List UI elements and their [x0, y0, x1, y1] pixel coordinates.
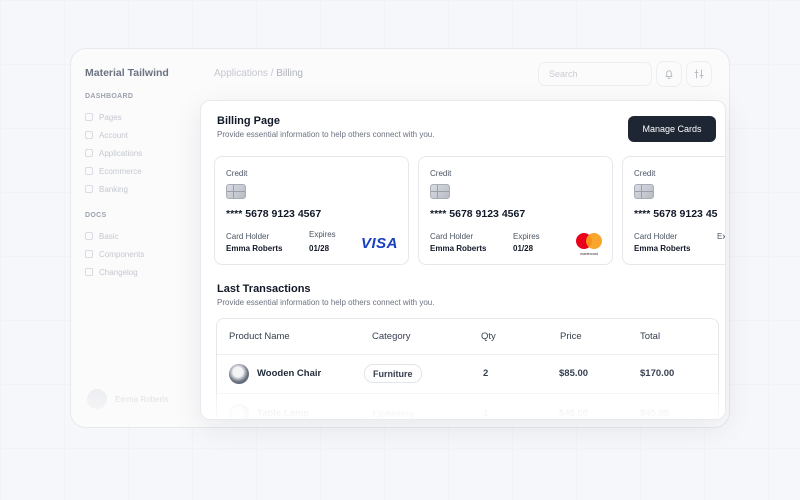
table-row[interactable]: Table Lamp Lightning 1 $45.00 $45.00 [217, 394, 718, 419]
section-subtitle: Provide essential information to help ot… [217, 298, 435, 307]
billing-panel: Billing Page Provide essential informati… [200, 100, 726, 420]
product-thumbnail [229, 364, 249, 384]
column-header-category[interactable]: Category [372, 331, 411, 342]
sidebar-heading: DASHBOARD [85, 93, 134, 100]
sidebar-item-applications[interactable]: Applications [85, 144, 187, 162]
sidebar: Material Tailwind DASHBOARD Pages Accoun… [71, 49, 201, 427]
sidebar-item-basic[interactable]: Basic [85, 227, 187, 245]
quantity: 2 [483, 368, 489, 379]
page-subtitle: Provide essential information to help ot… [217, 130, 435, 139]
breadcrumb-parent[interactable]: Applications [214, 68, 268, 79]
sidebar-item-banking[interactable]: Banking [85, 180, 187, 198]
card-number: **** 5678 9123 45 [634, 208, 718, 220]
sidebar-heading: DOCS [85, 212, 107, 219]
sidebar-item-label: Applications [99, 148, 143, 158]
credit-card[interactable]: Credit **** 5678 9123 45 Card Holder Emm… [622, 156, 726, 265]
bank-icon [85, 185, 93, 193]
column-header-product[interactable]: Product Name [229, 331, 290, 342]
total: $170.00 [640, 368, 675, 379]
transactions-table: Product Name Category Qty Price Total Wo… [216, 318, 719, 419]
user-icon [85, 131, 93, 139]
breadcrumb: Applications / Billing [214, 68, 303, 79]
mastercard-wordmark: mastercard [580, 252, 598, 256]
manage-cards-button[interactable]: Manage Cards [628, 116, 716, 142]
topbar: Applications / Billing Search [201, 49, 729, 101]
expires-label: Expires [309, 230, 336, 239]
search-input[interactable]: Search [538, 62, 652, 86]
sidebar-item-components[interactable]: Components [85, 245, 187, 263]
sidebar-item-label: Banking [99, 184, 128, 194]
expiry-date: 01/28 [309, 244, 330, 253]
sidebar-item-label: Pages [99, 112, 122, 122]
mastercard-logo: mastercard [576, 233, 602, 256]
document-icon [85, 232, 93, 240]
grid-icon [85, 149, 93, 157]
quantity: 1 [483, 408, 489, 419]
card-number: **** 5678 9123 4567 [430, 208, 526, 220]
sidebar-item-changelog[interactable]: Changelog [85, 263, 187, 281]
expiry-date: 01/28 [513, 244, 534, 253]
section-title: Last Transactions [217, 283, 311, 295]
brand-logo-text: Material Tailwind [85, 67, 169, 79]
product-thumbnail [229, 404, 249, 419]
sidebar-item-label: Basic [99, 231, 119, 241]
chip-icon [634, 184, 654, 199]
price: $85.00 [559, 368, 589, 379]
category-badge: Furniture [364, 364, 422, 383]
visa-logo: VISA [361, 235, 399, 252]
column-header-total[interactable]: Total [640, 331, 660, 342]
card-number: **** 5678 9123 4567 [226, 208, 322, 220]
chip-icon [430, 184, 450, 199]
table-header: Product Name Category Qty Price Total [217, 319, 718, 355]
card-holder-name: Emma Roberts [226, 244, 283, 253]
card-type: Credit [226, 169, 248, 178]
card-type: Credit [430, 169, 452, 178]
price: $45.00 [559, 408, 589, 419]
components-icon [85, 250, 93, 258]
credit-card[interactable]: Credit **** 5678 9123 4567 Card Holder E… [214, 156, 409, 265]
cart-icon [85, 167, 93, 175]
total: $45.00 [640, 408, 670, 419]
table-row[interactable]: Wooden Chair Furniture 2 $85.00 $170.00 [217, 354, 718, 394]
card-type: Credit [634, 169, 656, 178]
card-holder-name: Emma Roberts [430, 244, 487, 253]
expires-label: Ex [717, 232, 726, 241]
expires-label: Expires [513, 232, 540, 241]
sidebar-user-name: Emma Roberts [115, 394, 169, 404]
breadcrumb-separator: / [267, 68, 277, 79]
sidebar-item-label: Components [99, 249, 145, 259]
changelog-icon [85, 268, 93, 276]
sidebar-item-account[interactable]: Account [85, 126, 187, 144]
page-title: Billing Page [217, 115, 280, 127]
product-name: Table Lamp [257, 408, 310, 419]
card-holder-label: Card Holder [634, 232, 678, 241]
column-header-qty[interactable]: Qty [481, 331, 496, 342]
sidebar-item-label: Changelog [99, 267, 138, 277]
settings-button[interactable] [686, 61, 712, 87]
card-holder-label: Card Holder [430, 232, 474, 241]
product-name: Wooden Chair [257, 368, 322, 379]
page-icon [85, 113, 93, 121]
card-holder-name: Emma Roberts [634, 244, 691, 253]
notifications-button[interactable] [656, 61, 682, 87]
sidebar-item-ecommerce[interactable]: Ecommerce [85, 162, 187, 180]
sidebar-item-label: Account [99, 130, 128, 140]
category-badge: Lightning [364, 404, 423, 419]
sidebar-item-label: Ecommerce [99, 166, 142, 176]
breadcrumb-current: Billing [276, 68, 303, 79]
avatar [87, 389, 107, 409]
sliders-icon [694, 69, 704, 79]
bell-icon [665, 70, 673, 79]
sidebar-item-pages[interactable]: Pages [85, 108, 187, 126]
sidebar-user[interactable]: Emma Roberts [87, 389, 168, 409]
column-header-price[interactable]: Price [560, 331, 582, 342]
sidebar-section-dashboard: DASHBOARD Pages Account Applications Eco… [85, 93, 187, 198]
sidebar-section-docs: DOCS Basic Components Changelog [85, 212, 187, 281]
chip-icon [226, 184, 246, 199]
credit-card[interactable]: Credit **** 5678 9123 4567 Card Holder E… [418, 156, 613, 265]
card-holder-label: Card Holder [226, 232, 270, 241]
